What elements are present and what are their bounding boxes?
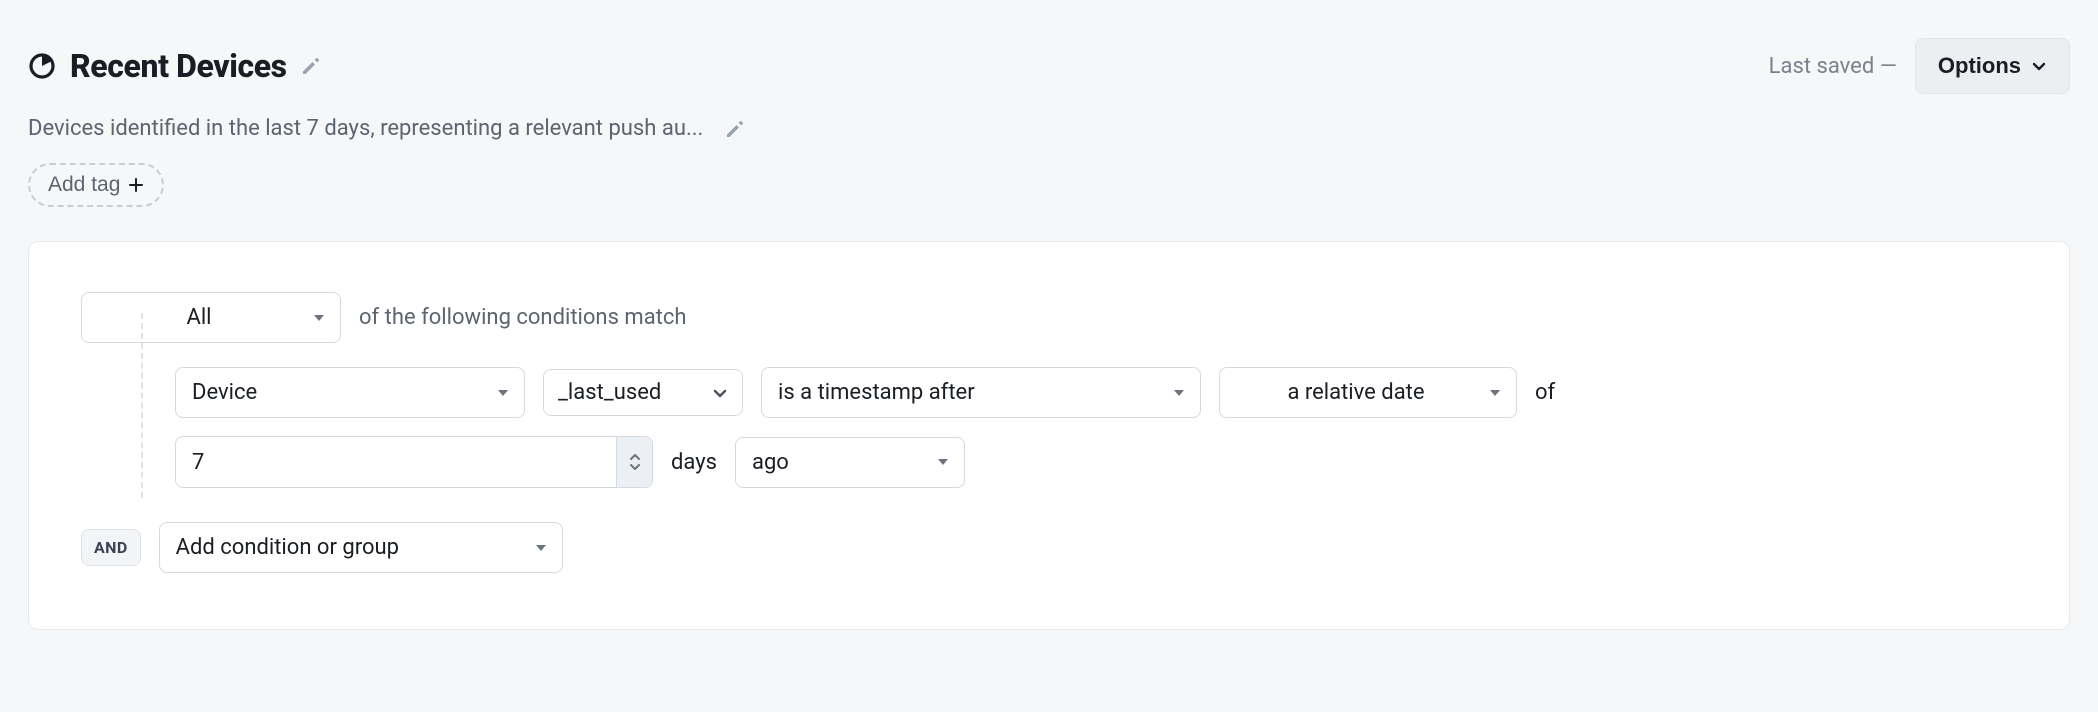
match-tail-text: of the following conditions match — [359, 305, 687, 330]
options-label: Options — [1938, 53, 2021, 79]
condition-row-2: 7 days ago — [175, 436, 2017, 488]
match-mode-row: All of the following conditions match — [81, 292, 2017, 343]
operator-value: is a timestamp after — [778, 380, 1160, 405]
header: Recent Devices Last saved — Options — [28, 38, 2070, 94]
condition-tree: Device _last_used — [81, 349, 2017, 488]
and-chip: AND — [81, 529, 141, 566]
condition-column: Device _last_used — [175, 349, 2017, 488]
add-tag-label: Add tag — [48, 173, 120, 197]
chevron-down-icon — [712, 385, 728, 401]
unit-label: days — [671, 450, 717, 475]
of-text: of — [1535, 380, 1555, 405]
description-row: Devices identified in the last 7 days, r… — [28, 116, 2070, 141]
edit-title-icon[interactable] — [301, 56, 321, 76]
caret-down-icon — [1490, 388, 1500, 398]
caret-down-icon — [938, 457, 948, 467]
direction-value: ago — [752, 450, 924, 475]
entity-value: Device — [192, 380, 484, 405]
add-condition-label: Add condition or group — [176, 535, 522, 560]
attribute-value: _last_used — [558, 380, 698, 405]
segment-icon — [28, 52, 56, 80]
and-row: AND Add condition or group — [81, 522, 2017, 573]
edit-description-icon[interactable] — [725, 119, 745, 139]
page-root: Recent Devices Last saved — Options Devi… — [0, 0, 2098, 658]
add-condition-select[interactable]: Add condition or group — [159, 522, 563, 573]
condition-rows: Device _last_used — [175, 367, 2017, 488]
caret-down-icon — [314, 313, 324, 323]
options-button[interactable]: Options — [1915, 38, 2070, 94]
conditions-card: All of the following conditions match De… — [28, 241, 2070, 630]
last-saved-text: Last saved — — [1769, 54, 1897, 79]
step-up-icon — [629, 452, 641, 461]
plus-icon — [128, 177, 144, 193]
caret-down-icon — [1174, 388, 1184, 398]
step-down-icon — [629, 463, 641, 472]
description-text: Devices identified in the last 7 days, r… — [28, 116, 703, 141]
amount-input[interactable]: 7 — [176, 437, 616, 487]
add-tag-button[interactable]: Add tag — [28, 163, 164, 207]
match-mode-value: All — [98, 305, 300, 330]
direction-select[interactable]: ago — [735, 437, 965, 488]
attribute-select[interactable]: _last_used — [543, 369, 743, 416]
header-actions: Last saved — Options — [1769, 38, 2070, 94]
operator-select[interactable]: is a timestamp after — [761, 367, 1201, 418]
basis-value: a relative date — [1236, 380, 1476, 405]
tree-pipe — [81, 349, 147, 488]
match-mode-select[interactable]: All — [81, 292, 341, 343]
basis-select[interactable]: a relative date — [1219, 367, 1517, 418]
amount-input-wrap: 7 — [175, 436, 653, 488]
tags-row: Add tag — [28, 163, 2070, 207]
caret-down-icon — [536, 543, 546, 553]
quantity-stepper[interactable] — [616, 437, 652, 487]
page-title: Recent Devices — [70, 47, 287, 85]
chevron-down-icon — [2031, 58, 2047, 74]
caret-down-icon — [498, 388, 508, 398]
entity-select[interactable]: Device — [175, 367, 525, 418]
title-group: Recent Devices — [28, 47, 321, 85]
condition-row-1: Device _last_used — [175, 367, 2017, 418]
